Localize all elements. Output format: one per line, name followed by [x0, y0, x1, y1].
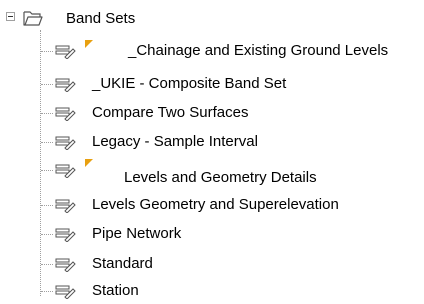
- tree-item[interactable]: Standard: [0, 251, 424, 277]
- tree-guide-line: [41, 170, 53, 171]
- tree-item-label: _Chainage and Existing Ground Levels: [128, 42, 389, 59]
- tree-root-band-sets[interactable]: Band Sets: [0, 6, 200, 32]
- tree-item[interactable]: Levels Geometry and Superelevation: [0, 192, 424, 218]
- band-set-icon: [55, 285, 76, 299]
- tree-item-label: Levels and Geometry Details: [124, 169, 317, 186]
- band-set-icon: [55, 199, 76, 213]
- tree-item-label: Standard: [92, 255, 153, 272]
- collapse-icon[interactable]: [6, 12, 15, 21]
- band-set-icon: [55, 228, 76, 242]
- tree-item[interactable]: _Chainage and Existing Ground Levels: [0, 38, 424, 64]
- tree-item-label: _UKIE - Composite Band Set: [92, 75, 287, 92]
- tree-guide-line: [41, 142, 53, 143]
- band-set-icon: [55, 45, 76, 59]
- tree-item[interactable]: Compare Two Surfaces: [0, 100, 424, 126]
- tree-guide-line: [41, 113, 53, 114]
- orange-flag-icon: [85, 40, 93, 48]
- tree-item[interactable]: Station: [0, 278, 424, 304]
- tree-item[interactable]: Legacy - Sample Interval: [0, 129, 424, 155]
- tree-root-label: Band Sets: [66, 10, 136, 27]
- tree-guide-line: [41, 51, 53, 52]
- band-set-icon: [55, 164, 76, 178]
- tree-guide-line: [41, 291, 53, 292]
- tree-item-label: Pipe Network: [92, 225, 182, 242]
- orange-flag-icon: [85, 159, 93, 167]
- band-set-icon: [55, 258, 76, 272]
- tree-guide-line: [41, 264, 53, 265]
- folder-open-icon: [23, 11, 43, 26]
- band-set-icon: [55, 107, 76, 121]
- tree-guide-line: [41, 84, 53, 85]
- tree-item[interactable]: _UKIE - Composite Band Set: [0, 71, 424, 97]
- tree-item[interactable]: Pipe Network: [0, 221, 424, 247]
- tree-item-label: Station: [92, 282, 139, 299]
- band-set-icon: [55, 136, 76, 150]
- tree-guide-line: [41, 234, 53, 235]
- tree-item[interactable]: Levels and Geometry Details: [0, 157, 424, 186]
- band-sets-tree: Band Sets _Chainage and Existing Ground …: [0, 0, 424, 304]
- tree-item-label: Legacy - Sample Interval: [92, 133, 258, 150]
- tree-item-label: Compare Two Surfaces: [92, 104, 249, 121]
- tree-item-label: Levels Geometry and Superelevation: [92, 196, 339, 213]
- tree-guide-line: [41, 205, 53, 206]
- band-set-icon: [55, 78, 76, 92]
